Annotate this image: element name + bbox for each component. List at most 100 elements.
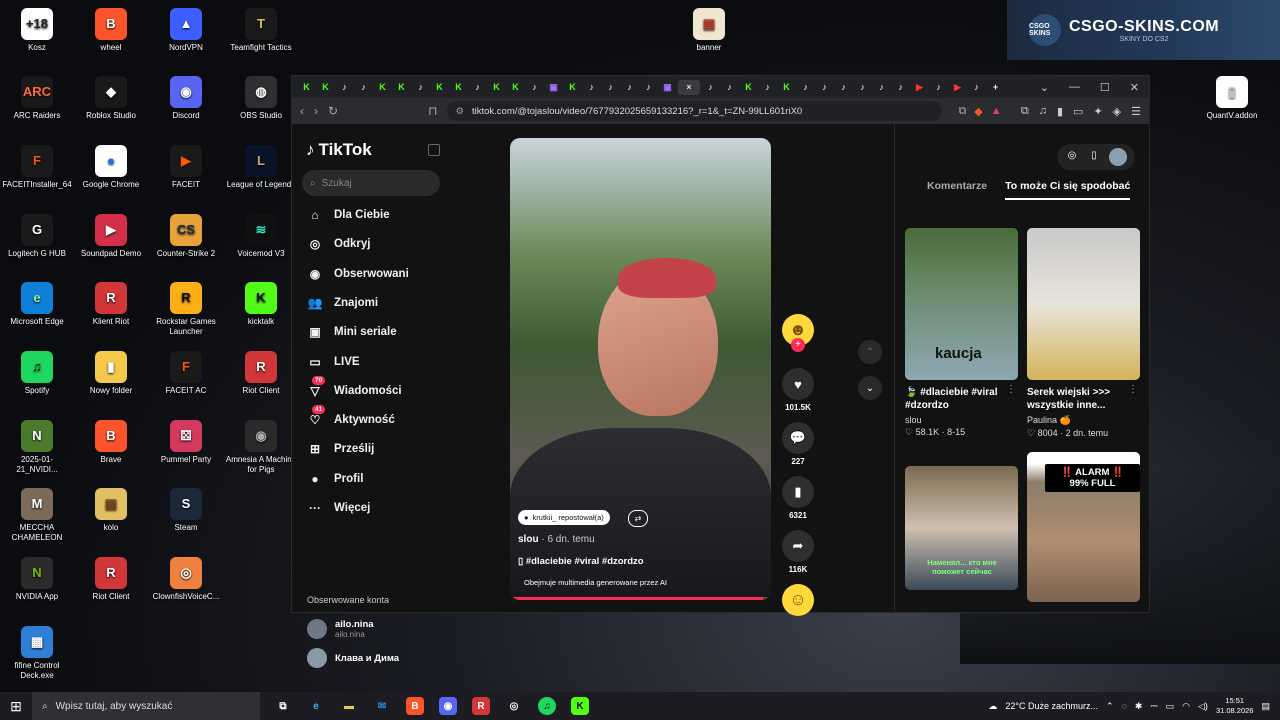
brave-rewards-icon[interactable]: ▲ [991, 105, 1002, 118]
browser-tab[interactable]: ▶ [911, 80, 928, 95]
desktop-icon[interactable]: F FACEIT AC [150, 351, 222, 396]
share-button[interactable]: ➦ 116K [780, 530, 816, 574]
desktop-icon[interactable]: ▤ kolo [75, 488, 147, 533]
desktop-icon-quantv[interactable]: ▯ QuantV.addon [1196, 76, 1268, 121]
browser-tab[interactable]: ♪ [526, 80, 543, 95]
previous-video-icon[interactable]: ⌃ [858, 340, 882, 364]
brave-shield-icon[interactable]: ◆ [974, 105, 982, 118]
browser-tab[interactable]: ♪ [854, 80, 871, 95]
browser-tab[interactable]: K [393, 80, 410, 95]
browser-tab[interactable]: ♪ [930, 80, 947, 95]
browser-tab[interactable]: K [374, 80, 391, 95]
followed-account[interactable]: Клава и Дима [307, 648, 399, 668]
nav-item[interactable]: 👥 Znajomi [306, 294, 379, 312]
tray-overflow-icon[interactable]: ⌃ [1106, 701, 1114, 712]
browser-tab[interactable]: ♪ [602, 80, 619, 95]
repost-label[interactable]: ● krutkii_ repostował(a) [518, 510, 610, 525]
browser-tab[interactable]: ♪ [640, 80, 657, 95]
browser-tab[interactable]: ♪ [759, 80, 776, 95]
browser-tab[interactable]: ♪ [412, 80, 429, 95]
desktop-icon[interactable]: T Teamfight Tactics [225, 8, 297, 53]
browser-tab[interactable]: ♪ [816, 80, 833, 95]
notifications-icon[interactable]: ▤ [1261, 701, 1270, 712]
riot-icon[interactable]: R [472, 697, 490, 715]
taskbar-search[interactable]: ⌕ Wpisz tutaj, aby wyszukać [32, 692, 260, 720]
browser-tab[interactable]: K [317, 80, 334, 95]
network-icon[interactable]: ◌ [1122, 701, 1127, 711]
file-explorer-icon[interactable]: ▬ [340, 697, 358, 715]
desktop-icon-banner[interactable]: ▤ banner [673, 8, 745, 53]
nav-item[interactable]: ▭ LIVE [306, 353, 359, 371]
nav-item[interactable]: ⊞ Prześlij [306, 440, 374, 458]
desktop-icon[interactable]: ▶ FACEIT [150, 145, 222, 190]
desktop-icon[interactable]: ▲ NordVPN [150, 8, 222, 53]
weather-text[interactable]: 22°C Duże zachmurz... [1005, 701, 1098, 711]
desktop-icon[interactable]: ▮ Nowy folder [75, 351, 147, 396]
desktop-icon[interactable]: e Microsoft Edge [1, 282, 73, 327]
search-input[interactable]: ⌕ Szukaj [302, 170, 440, 196]
desktop-icon[interactable]: +18 Kosz [1, 8, 73, 53]
browser-tab[interactable]: ♪ [469, 80, 486, 95]
browser-tab[interactable]: K [740, 80, 757, 95]
desktop-icon[interactable]: Kkicktalk [225, 282, 297, 327]
more-options-icon[interactable]: ⋮ [1128, 384, 1138, 395]
forward-icon[interactable]: › [314, 104, 318, 118]
browser-tab[interactable]: ♪ [721, 80, 738, 95]
followed-account[interactable]: ailo.nina ailo.nina [307, 619, 374, 639]
close-icon[interactable]: ✕ [1130, 81, 1139, 94]
browser-tab[interactable]: ♪ [583, 80, 600, 95]
desktop-icon[interactable]: ◉ Amnesia A Machine for Pigs [225, 420, 297, 475]
save-button[interactable]: ▮ 6321 [780, 476, 816, 520]
task-view-icon[interactable]: ⧉ [274, 697, 292, 715]
volume-icon[interactable]: ◁) [1198, 701, 1208, 712]
desktop-icon[interactable]: R Riot Client [225, 351, 297, 396]
bookmark-icon[interactable]: ⊓ [428, 104, 437, 118]
desktop-icon[interactable]: ◍ OBS Studio [225, 76, 297, 121]
outlook-icon[interactable]: ✉ [373, 697, 391, 715]
minimize-icon[interactable]: — [1069, 81, 1080, 94]
tiktok-logo[interactable]: ♪ TikTok [306, 140, 372, 160]
desktop-icon[interactable]: Bwheel [75, 8, 147, 53]
desktop-icon[interactable]: ≋ Voicemod V3 [225, 214, 297, 259]
desktop-icon[interactable]: ● Google Chrome [75, 145, 147, 190]
recommended-video-card[interactable]: Наменял... кто мне поможет сейчас [905, 466, 1018, 590]
desktop-icon[interactable]: ▦ fifine Control Deck.exe [1, 626, 73, 681]
desktop-icon[interactable]: F FACEITInstaller_64 [1, 145, 73, 190]
nav-item[interactable]: ◉ Obserwowani [306, 265, 409, 283]
camera-icon[interactable]: ◎ [505, 697, 523, 715]
desktop-icon[interactable]: R Klient Riot [75, 282, 147, 327]
browser-tab[interactable]: ♪ [873, 80, 890, 95]
video-player[interactable]: ● krutkii_ repostował(a) ⇄ slou · 6 dn. … [510, 138, 771, 600]
csgo-skins-ad[interactable]: CSGO SKINS CSGO-SKINS.COM SKINY DO CS2 [1007, 0, 1280, 60]
browser-tab[interactable]: ♪ [621, 80, 638, 95]
compass-icon[interactable]: ◎ [1065, 148, 1079, 162]
translate-icon[interactable]: ⧉ [958, 105, 966, 118]
profile-avatar[interactable] [1109, 148, 1127, 166]
comment-button[interactable]: 💬 227 [780, 422, 816, 466]
sound-button[interactable]: ☺ [780, 584, 816, 616]
brave-icon[interactable]: B [406, 697, 424, 715]
browser-tab[interactable]: K [450, 80, 467, 95]
maximize-icon[interactable]: ☐ [1100, 81, 1110, 94]
browser-tab[interactable]: ♪ [702, 80, 719, 95]
collapse-sidebar-icon[interactable] [428, 144, 440, 156]
display-icon[interactable]: ▭ [1166, 701, 1175, 712]
browser-tab[interactable]: ♪ [336, 80, 353, 95]
bluetooth-icon[interactable]: ✱ [1135, 701, 1143, 712]
video-progress-bar[interactable] [510, 597, 771, 600]
browser-tab[interactable]: ▣ [545, 80, 562, 95]
video-author[interactable]: slou · 6 dn. temu [518, 534, 595, 545]
browser-tab[interactable]: ♪ [892, 80, 909, 95]
nav-item[interactable]: ··· Więcej [306, 499, 370, 517]
desktop-icon[interactable]: ◆ Roblox Studio [75, 76, 147, 121]
tab-search-icon[interactable]: ⌄ [1040, 81, 1049, 94]
browser-tab[interactable]: ♪ [797, 80, 814, 95]
media-icon[interactable]: ♫ [1039, 105, 1047, 118]
discord-icon[interactable]: ◉ [439, 697, 457, 715]
video-hashtags[interactable]: ▯ #dlaciebie #viral #dzordzo [518, 556, 644, 567]
desktop-icon[interactable]: ▶ Soundpad Demo [75, 214, 147, 259]
browser-tab[interactable]: ▶ [949, 80, 966, 95]
browser-tab[interactable]: K [431, 80, 448, 95]
desktop-icon[interactable]: ⚄ Pummel Party [150, 420, 222, 465]
browser-tab[interactable]: K [507, 80, 524, 95]
